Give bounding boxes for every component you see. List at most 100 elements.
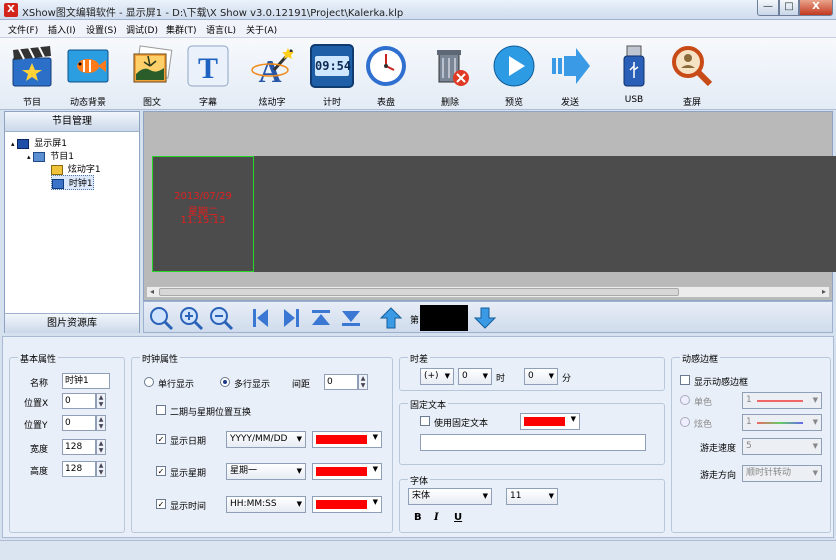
- fish-tank-icon: [67, 49, 109, 83]
- date-format-select[interactable]: YYYY/MM/DD ▼: [226, 431, 306, 448]
- underline-button[interactable]: U: [454, 512, 462, 523]
- italic-button[interactable]: I: [434, 512, 439, 523]
- flash-text-button[interactable]: A 炫动字: [244, 42, 300, 108]
- name-field[interactable]: 时钟1: [62, 373, 110, 389]
- send-button[interactable]: 发送: [542, 42, 598, 108]
- clock-face-button[interactable]: 表盘: [358, 42, 414, 108]
- week-format-select[interactable]: 星期一 ▼: [226, 463, 306, 480]
- width-spinner[interactable]: ▲ ▼: [96, 439, 106, 455]
- timezone-minute-value: 0: [528, 371, 534, 381]
- timezone-hour-select[interactable]: 0 ▼: [458, 368, 492, 385]
- caption-label: 字幕: [198, 98, 217, 108]
- align-bottom-icon[interactable]: [338, 305, 364, 331]
- page-down-icon[interactable]: [472, 305, 498, 331]
- multi-color-radio[interactable]: [680, 417, 690, 427]
- speed-select[interactable]: 5 ▼: [742, 438, 822, 455]
- width-field[interactable]: 128: [62, 439, 96, 455]
- canvas-horizontal-scrollbar[interactable]: ◂ ▸: [146, 286, 830, 298]
- direction-select[interactable]: 顺时针转动 ▼: [742, 465, 822, 482]
- zoom-in-icon[interactable]: [178, 305, 204, 331]
- dynamic-border-group: 动感边框 显示动感边框 单色 1 ▼ 炫色 1 ▼ 游走速度 5 ▼ 游走方向 顺…: [671, 352, 831, 533]
- tree-program[interactable]: ▴ 节目1: [27, 149, 74, 162]
- multi-line-radio[interactable]: [220, 377, 230, 387]
- preview-button[interactable]: 预览: [486, 42, 542, 108]
- magic-a-icon: A: [251, 48, 294, 88]
- program-manager-panel: 节目管理 ▴ 显示屏1 ▴ 节目1 炫动字1 时钟1 图片资源库: [4, 111, 140, 333]
- direction-label: 游走方向: [700, 471, 737, 481]
- page-number-box[interactable]: [420, 305, 468, 331]
- font-size-select[interactable]: 11 ▼: [506, 488, 558, 505]
- dynamic-bg-button[interactable]: 动态背景: [60, 42, 116, 108]
- height-field[interactable]: 128: [62, 461, 96, 477]
- fixed-text-title: 固定文本: [408, 398, 449, 411]
- timezone-hour-value: 0: [462, 371, 468, 381]
- tree-flash-text[interactable]: 炫动字1: [51, 162, 101, 175]
- image-library-tab[interactable]: 图片资源库: [5, 313, 139, 333]
- program-button[interactable]: 节目: [4, 42, 60, 108]
- align-top-icon[interactable]: [308, 305, 334, 331]
- pos-x-field[interactable]: 0: [62, 393, 96, 409]
- timer-display: 09:54: [315, 56, 351, 76]
- mono-color-radio[interactable]: [680, 395, 690, 405]
- single-line-radio[interactable]: [144, 377, 154, 387]
- menu-about[interactable]: 关于(A): [246, 23, 277, 36]
- multi-border-select[interactable]: 1 ▼: [742, 414, 822, 431]
- spacing-field[interactable]: 0: [324, 374, 358, 390]
- menu-file[interactable]: 文件(F): [8, 23, 38, 36]
- menu-cluster[interactable]: 集群(T): [166, 23, 197, 36]
- page-up-icon[interactable]: [378, 305, 404, 331]
- usb-button[interactable]: USB: [606, 42, 662, 108]
- led-screen[interactable]: 2013/07/29 星期二 11:15:13: [152, 156, 836, 272]
- menu-insert[interactable]: 插入(I): [48, 23, 76, 36]
- menu-language[interactable]: 语言(L): [206, 23, 236, 36]
- clock-element[interactable]: 2013/07/29 星期二 11:15:13: [152, 156, 254, 272]
- timezone-group: 时差 (+) ▼ 0 ▼ 时 0 ▼ 分: [399, 352, 665, 391]
- dynamic-bg-label: 动态背景: [69, 98, 106, 108]
- timezone-minute-select[interactable]: 0 ▼: [524, 368, 558, 385]
- program-manager-header[interactable]: 节目管理: [5, 112, 139, 132]
- time-color-picker[interactable]: ▼: [312, 496, 382, 513]
- maximize-button[interactable]: □: [779, 0, 799, 16]
- caption-button[interactable]: T 字幕: [180, 42, 236, 108]
- timer-button[interactable]: 09:54 计时: [304, 42, 360, 108]
- fixed-text-input[interactable]: [420, 434, 646, 451]
- zoom-fit-icon[interactable]: [148, 305, 174, 331]
- week-color-picker[interactable]: ▼: [312, 463, 382, 480]
- basic-properties-group: 基本属性 名称 时钟1 位置X 0 ▲ ▼ 位置Y 0 ▲ ▼ 宽度 128 ▲ ▼ …: [9, 352, 125, 533]
- pos-x-spinner[interactable]: ▲ ▼: [96, 393, 106, 409]
- flash-text-label: 炫动字: [258, 98, 286, 108]
- swap-date-week-checkbox[interactable]: [156, 405, 166, 415]
- tree-screen[interactable]: ▴ 显示屏1: [11, 136, 67, 149]
- timezone-sign-select[interactable]: (+) ▼: [420, 368, 454, 385]
- close-button[interactable]: X: [799, 0, 833, 16]
- tree-clock[interactable]: 时钟1: [51, 175, 94, 190]
- lock-screen-button[interactable]: 查屏: [664, 42, 720, 108]
- fixed-text-color-picker[interactable]: ▼: [520, 413, 580, 430]
- scroll-right-arrow[interactable]: ▸: [819, 287, 829, 297]
- show-border-checkbox[interactable]: [680, 375, 690, 385]
- image-text-button[interactable]: 图文: [124, 42, 180, 108]
- menu-settings[interactable]: 设置(S): [86, 23, 117, 36]
- show-week-checkbox[interactable]: ✓: [156, 466, 166, 476]
- bold-button[interactable]: B: [414, 512, 422, 523]
- font-family-select[interactable]: 宋体 ▼: [408, 488, 492, 505]
- scroll-thumb[interactable]: [159, 288, 679, 296]
- menu-debug[interactable]: 调试(D): [126, 23, 158, 36]
- height-spinner[interactable]: ▲ ▼: [96, 461, 106, 477]
- scroll-left-arrow[interactable]: ◂: [147, 287, 157, 297]
- canvas-area[interactable]: 2013/07/29 星期二 11:15:13 ◂ ▸: [143, 111, 836, 301]
- pos-y-field[interactable]: 0: [62, 415, 96, 431]
- spacing-spinner[interactable]: ▲ ▼: [358, 374, 368, 390]
- align-right-icon[interactable]: [278, 305, 304, 331]
- date-color-picker[interactable]: ▼: [312, 431, 382, 448]
- zoom-out-icon[interactable]: [208, 305, 234, 331]
- delete-button[interactable]: 删除: [422, 42, 478, 108]
- time-format-select[interactable]: HH:MM:SS ▼: [226, 496, 306, 513]
- align-left-icon[interactable]: [248, 305, 274, 331]
- show-time-checkbox[interactable]: ✓: [156, 499, 166, 509]
- mono-border-select[interactable]: 1 ▼: [742, 392, 822, 409]
- minimize-button[interactable]: —: [757, 0, 779, 16]
- show-date-checkbox[interactable]: ✓: [156, 434, 166, 444]
- pos-y-spinner[interactable]: ▲ ▼: [96, 415, 106, 431]
- use-fixed-text-checkbox[interactable]: [420, 416, 430, 426]
